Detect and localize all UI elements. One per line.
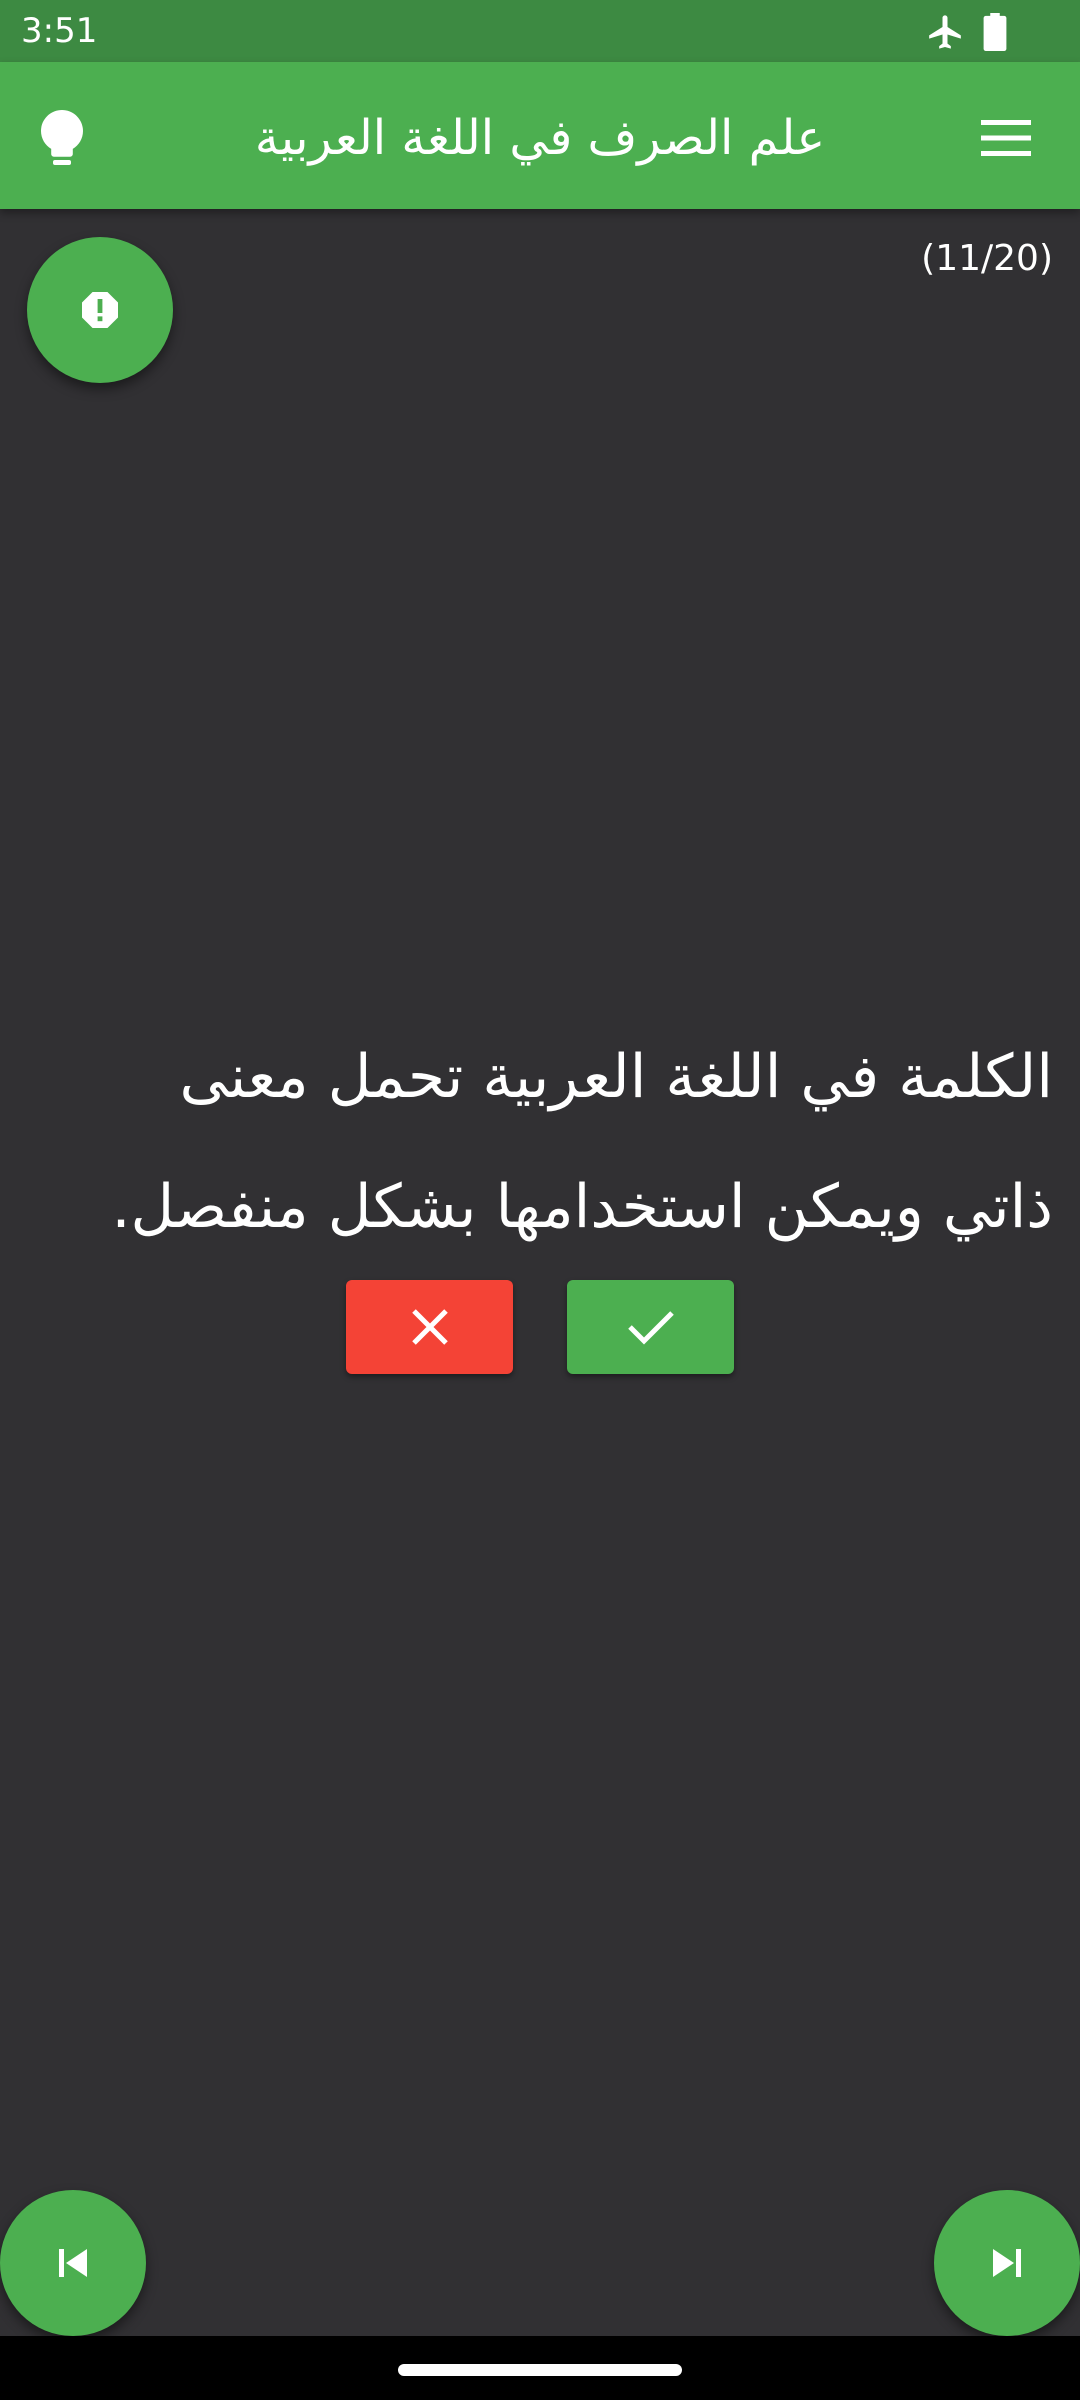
- status-bar: 3:51: [0, 0, 1080, 62]
- battery-full-icon: [983, 13, 1007, 51]
- home-indicator[interactable]: [398, 2364, 682, 2376]
- question-text: الكلمة في اللغة العربية تحمل معنى ذاتي و…: [111, 1042, 1053, 1242]
- status-time: 3:51: [21, 11, 98, 51]
- next-question-button[interactable]: [934, 2190, 1080, 2336]
- skip-previous-icon: [59, 2249, 87, 2277]
- close-icon: [411, 1309, 448, 1345]
- menu-icon: [981, 120, 1031, 156]
- app-bar: علم الصرف في اللغة العربية: [0, 62, 1080, 209]
- app-title: علم الصرف في اللغة العربية: [254, 110, 826, 166]
- hint-button[interactable]: [24, 100, 100, 176]
- menu-button[interactable]: [968, 100, 1044, 176]
- report-button[interactable]: [27, 237, 173, 383]
- report-icon: [82, 292, 118, 328]
- skip-next-icon: [993, 2249, 1021, 2277]
- system-navigation-bar: [0, 2336, 1080, 2400]
- previous-question-button[interactable]: [0, 2190, 146, 2336]
- check-icon: [627, 1311, 674, 1345]
- airplane-mode-icon: [929, 15, 961, 49]
- question-counter: (11/20): [921, 238, 1053, 279]
- lightbulb-icon: [41, 110, 83, 165]
- false-answer-button[interactable]: [346, 1280, 513, 1374]
- true-answer-button[interactable]: [567, 1280, 734, 1374]
